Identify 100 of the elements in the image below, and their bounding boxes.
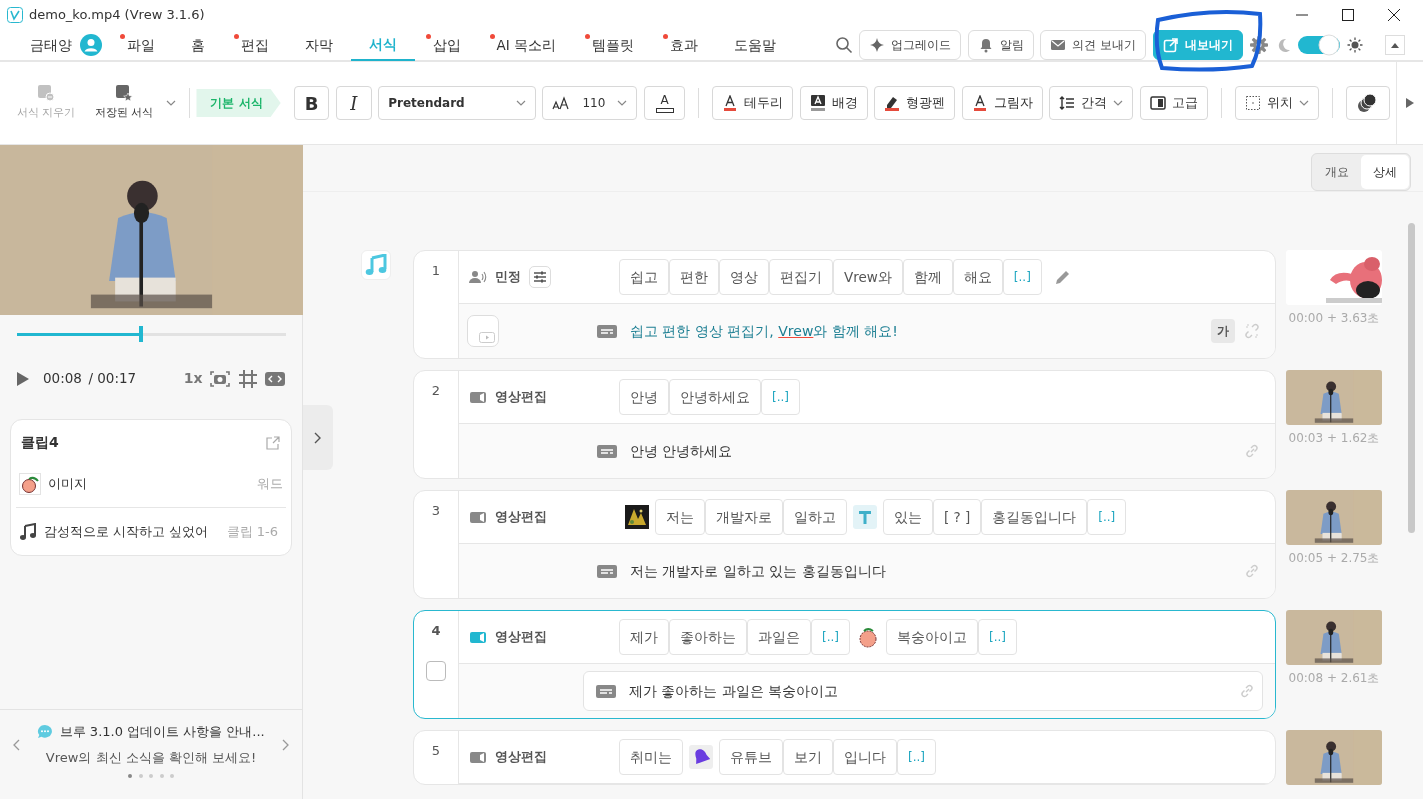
menu-tab[interactable]: 템플릿 bbox=[574, 29, 652, 61]
settings-icon[interactable] bbox=[1249, 35, 1269, 55]
clip-card[interactable]: 5 영상편집 취미는 유튜브 보기 입니다 [..] bbox=[413, 730, 1276, 785]
menu-tab[interactable]: 파일 bbox=[108, 29, 173, 61]
clip-card[interactable]: 4 영상편집 제가 좋아하는 과일은 [..] 복숭아이고 [..] 제가 좋아하는 과일은 복숭아이고 bbox=[413, 610, 1276, 719]
seek-thumb[interactable] bbox=[138, 326, 143, 342]
view-tab[interactable]: 개요 bbox=[1313, 155, 1361, 189]
clip-title: 클립4 bbox=[21, 433, 59, 452]
header-button[interactable]: 알림 bbox=[967, 30, 1034, 60]
voice-settings-button[interactable] bbox=[529, 266, 551, 288]
page-dot[interactable] bbox=[170, 773, 174, 778]
grid-icon[interactable] bbox=[237, 368, 258, 389]
menu-tab[interactable]: 홈 bbox=[172, 29, 223, 61]
view-tab[interactable]: 상세 bbox=[1361, 155, 1409, 189]
previous-icon[interactable] bbox=[12, 738, 20, 751]
broken-link-icon[interactable] bbox=[1243, 322, 1261, 340]
style-tool-button[interactable]: 간격 bbox=[1049, 86, 1134, 120]
word-chip[interactable]: 개발자로 bbox=[705, 499, 783, 535]
highlighter-icon bbox=[884, 95, 901, 111]
format-button[interactable]: B bbox=[293, 86, 330, 120]
collapse-button[interactable] bbox=[1385, 35, 1405, 55]
menu-tab[interactable]: 도움말 bbox=[716, 29, 794, 61]
word-chip[interactable]: 함께 bbox=[902, 259, 953, 295]
word-chip[interactable]: 편집기 bbox=[769, 259, 833, 295]
pencil-icon[interactable] bbox=[1053, 268, 1072, 286]
style-tool-button[interactable]: 그림자 bbox=[961, 86, 1043, 120]
word-chip[interactable]: 해요 bbox=[952, 259, 1003, 295]
bell-sticker-icon[interactable] bbox=[689, 745, 713, 769]
word-chip[interactable]: 안녕 bbox=[619, 379, 669, 415]
word-chip[interactable]: [ ? ] bbox=[933, 499, 982, 535]
menu-tab[interactable]: AI 목소리 bbox=[478, 29, 574, 61]
speed-button[interactable]: 1x bbox=[183, 368, 203, 389]
word-chip[interactable]: 좋아하는 bbox=[669, 619, 747, 655]
caret-down-icon bbox=[617, 100, 628, 106]
style-badge[interactable]: 가 bbox=[1211, 319, 1235, 343]
menu-tab[interactable]: 편집 bbox=[222, 29, 287, 61]
menu-tab[interactable]: 삽입 bbox=[414, 29, 479, 61]
clip-checkbox[interactable] bbox=[426, 660, 446, 681]
search-icon[interactable] bbox=[834, 36, 853, 54]
text-color-button[interactable]: A bbox=[643, 86, 686, 120]
menu-tab[interactable]: 자막 bbox=[286, 29, 351, 61]
page-dot[interactable] bbox=[138, 773, 143, 778]
word-chip[interactable]: 있는 bbox=[883, 499, 933, 535]
word-chip[interactable]: Vrew와 bbox=[833, 259, 903, 295]
word-chip[interactable]: 쉽고 bbox=[619, 259, 669, 295]
link-icon[interactable] bbox=[1243, 442, 1261, 460]
menu-tab[interactable]: 효과 bbox=[652, 29, 716, 61]
next-icon[interactable] bbox=[282, 738, 290, 751]
header-button[interactable]: 업그레이드 bbox=[859, 30, 962, 60]
word-chip[interactable]: 유튜브 bbox=[719, 739, 783, 775]
clip-card[interactable]: 1 민정 쉽고 편한 영상 편집기 Vrew와 함께 해요 [..] 쉽고 편한 영상 편집기, Vrew와 함께 해요! 가 bbox=[413, 250, 1276, 359]
format-button[interactable]: I bbox=[335, 86, 372, 120]
style-tool-button[interactable]: 배경 bbox=[799, 86, 868, 120]
aspect-icon[interactable] bbox=[264, 370, 286, 387]
style-tool-button[interactable]: 고급 bbox=[1139, 86, 1208, 120]
page-dot[interactable] bbox=[159, 773, 164, 778]
scroll-right-icon[interactable] bbox=[1405, 97, 1415, 109]
word-chip[interactable]: 홍길동입니다 bbox=[981, 499, 1088, 535]
header-button[interactable]: 의견 보내기 bbox=[1040, 30, 1146, 60]
layers-button[interactable] bbox=[1345, 86, 1390, 120]
word-chip[interactable]: 과일은 bbox=[747, 619, 811, 655]
glitter-image-icon[interactable] bbox=[625, 505, 649, 529]
word-chip[interactable]: 취미는 bbox=[619, 739, 683, 775]
subtitle-text[interactable]: 쉽고 편한 영상 편집기, Vrew와 함께 해요! bbox=[630, 320, 1211, 342]
style-tool-button[interactable]: 테두리 bbox=[712, 86, 794, 120]
avatar-icon bbox=[80, 34, 102, 56]
camera-icon[interactable] bbox=[209, 368, 231, 389]
music-button[interactable] bbox=[361, 250, 391, 280]
style-tool-button[interactable]: 형광펜 bbox=[874, 86, 956, 120]
video-camera-icon bbox=[469, 750, 487, 764]
theme-toggle[interactable] bbox=[1298, 34, 1340, 56]
font-size-select[interactable]: 110 bbox=[542, 86, 638, 120]
style-tool-button[interactable]: 위치 bbox=[1234, 86, 1319, 120]
panel-toggle-tab[interactable] bbox=[303, 405, 333, 470]
news-title[interactable]: 브루 3.1.0 업데이트 사항을 안내... bbox=[59, 722, 265, 742]
word-chip[interactable]: 안녕하세요 bbox=[669, 379, 761, 415]
word-chip[interactable]: 일하고 bbox=[783, 499, 847, 535]
word-chip[interactable]: 입니다 bbox=[833, 739, 897, 775]
word-chip[interactable]: 편한 bbox=[669, 259, 719, 295]
format-button[interactable]: 저장된 서식 bbox=[88, 84, 160, 122]
font-select[interactable]: Pretendard bbox=[378, 86, 536, 120]
media-slot[interactable] bbox=[467, 315, 499, 347]
music-note-icon bbox=[19, 522, 37, 541]
word-chip[interactable]: 제가 bbox=[619, 619, 669, 655]
link-icon[interactable] bbox=[1243, 562, 1261, 580]
word-chip[interactable]: 보기 bbox=[783, 739, 833, 775]
play-icon[interactable] bbox=[16, 370, 30, 387]
clip-card[interactable]: 3 영상편집 저는 개발자로 일하고 있는 [ ? ] 홍길동입니다 [..] 저는 개발자로 일하고 있는 홍길동입니다 bbox=[413, 490, 1276, 599]
word-chip[interactable]: 저는 bbox=[655, 499, 705, 535]
scrollbar-thumb[interactable] bbox=[1408, 223, 1415, 533]
peach-icon[interactable] bbox=[856, 625, 880, 649]
text-style-icon[interactable] bbox=[853, 505, 877, 529]
link-icon[interactable] bbox=[1238, 682, 1256, 700]
page-dot[interactable] bbox=[128, 773, 132, 778]
clip-card[interactable]: 2 영상편집 안녕 안녕하세요 [..] 안녕 안녕하세요 bbox=[413, 370, 1276, 479]
subtitle-icon bbox=[597, 564, 617, 578]
word-chip[interactable]: 복숭아이고 bbox=[886, 619, 978, 655]
word-chip[interactable]: 영상 bbox=[719, 259, 769, 295]
page-dot[interactable] bbox=[149, 773, 153, 778]
external-link-icon[interactable] bbox=[265, 434, 281, 451]
